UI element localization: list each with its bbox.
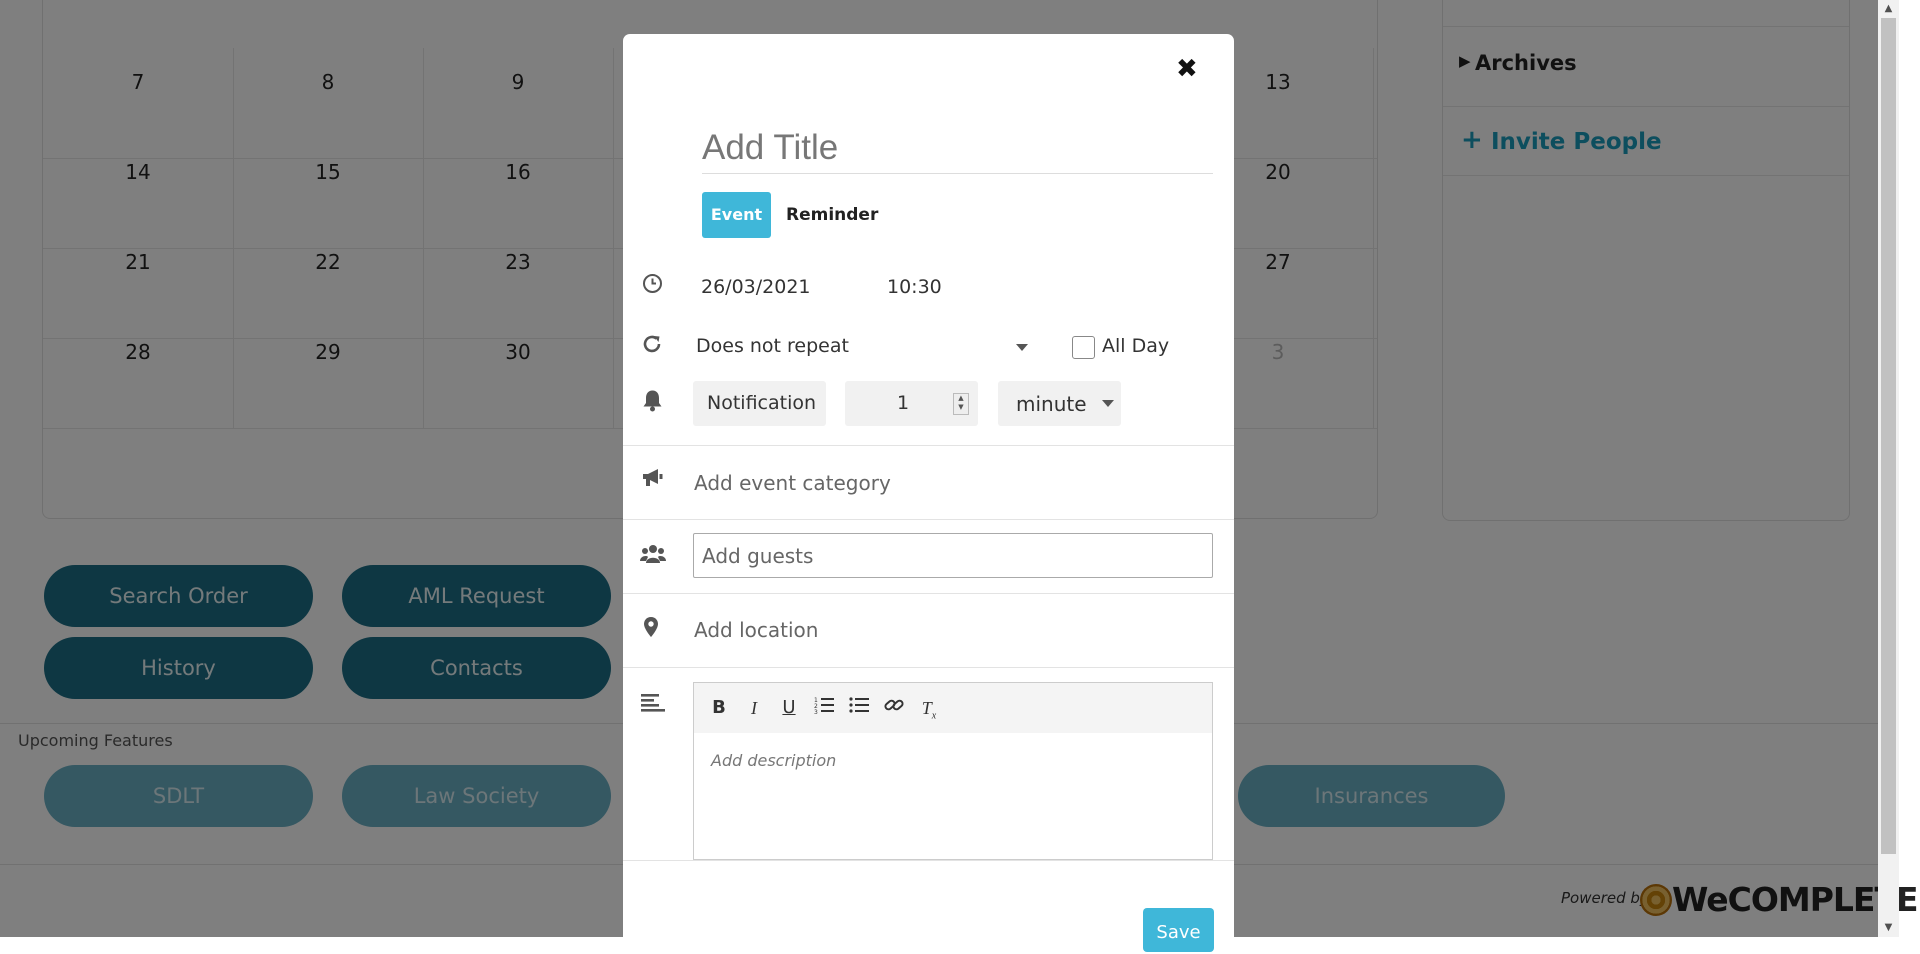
notification-label: Notification bbox=[707, 392, 817, 414]
clock-icon bbox=[642, 273, 663, 300]
scrollbar-thumb[interactable] bbox=[1881, 18, 1896, 854]
notification-unit-select[interactable]: minute bbox=[998, 381, 1121, 426]
divider bbox=[623, 445, 1234, 446]
event-modal: ✖ Event Reminder 26/03/2021 10:30 Does n… bbox=[623, 34, 1234, 954]
map-pin-icon bbox=[643, 616, 659, 644]
spinner-icon[interactable]: ▲ ▼ bbox=[953, 393, 969, 415]
align-left-icon bbox=[641, 693, 665, 718]
tab-reminder[interactable]: Reminder bbox=[786, 192, 878, 238]
divider bbox=[623, 860, 1234, 861]
notification-type[interactable]: Notification bbox=[693, 381, 826, 426]
description-editor[interactable]: B I U 123 Tx Add description bbox=[693, 682, 1213, 860]
save-button[interactable]: Save bbox=[1143, 908, 1214, 952]
scroll-up-icon[interactable]: ▲ bbox=[1878, 0, 1899, 18]
clear-format-icon[interactable]: Tx bbox=[916, 696, 942, 722]
start-date[interactable]: 26/03/2021 bbox=[701, 276, 811, 298]
event-category-field[interactable]: Add event category bbox=[694, 471, 891, 495]
divider bbox=[623, 519, 1234, 520]
svg-text:3: 3 bbox=[814, 709, 818, 714]
close-icon[interactable]: ✖ bbox=[1176, 54, 1198, 84]
notification-unit: minute bbox=[1016, 392, 1087, 416]
bullet-list-icon[interactable] bbox=[846, 696, 872, 720]
notification-value-stepper[interactable]: 1 ▲ ▼ bbox=[845, 381, 978, 426]
italic-icon[interactable]: I bbox=[741, 696, 767, 720]
chevron-down-icon bbox=[1102, 400, 1114, 407]
title-input[interactable] bbox=[702, 123, 1213, 174]
ordered-list-icon[interactable]: 123 bbox=[811, 696, 837, 720]
link-icon[interactable] bbox=[881, 696, 907, 720]
editor-toolbar: B I U 123 Tx bbox=[694, 683, 1212, 733]
divider bbox=[623, 667, 1234, 668]
start-time[interactable]: 10:30 bbox=[887, 276, 942, 298]
tab-event[interactable]: Event bbox=[702, 192, 771, 238]
megaphone-icon bbox=[641, 467, 664, 494]
bell-icon bbox=[642, 389, 663, 418]
guests-input[interactable] bbox=[693, 533, 1213, 578]
all-day-label: All Day bbox=[1102, 335, 1170, 357]
users-icon bbox=[640, 544, 666, 570]
chevron-down-icon[interactable] bbox=[1016, 344, 1028, 351]
description-placeholder: Add description bbox=[711, 751, 837, 770]
all-day-checkbox[interactable] bbox=[1072, 336, 1095, 359]
divider bbox=[623, 593, 1234, 594]
repeat-select[interactable]: Does not repeat bbox=[696, 335, 849, 357]
repeat-icon bbox=[641, 333, 663, 361]
notification-value: 1 bbox=[897, 392, 910, 414]
underline-icon[interactable]: U bbox=[776, 696, 802, 720]
scroll-down-icon[interactable]: ▼ bbox=[1878, 919, 1899, 937]
page-scrollbar[interactable]: ▲ ▼ bbox=[1878, 0, 1899, 937]
location-field[interactable]: Add location bbox=[694, 618, 818, 642]
bold-icon[interactable]: B bbox=[706, 696, 732, 720]
